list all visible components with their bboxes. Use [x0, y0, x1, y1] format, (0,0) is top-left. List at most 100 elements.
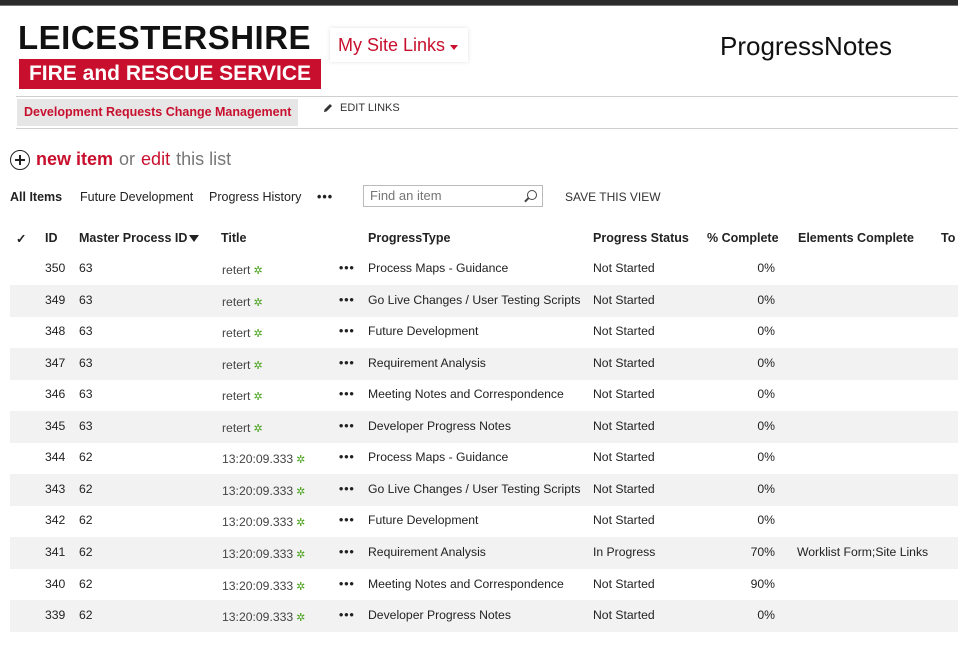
- new-item-bar: new item or edit this list: [10, 149, 237, 170]
- title-link[interactable]: retert: [222, 326, 250, 340]
- cell-title[interactable]: retert ✲: [222, 421, 263, 435]
- title-link[interactable]: 13:20:09.333: [222, 610, 293, 624]
- table-row[interactable]: 343 62 13:20:09.333 ✲ ••• Go Live Changes / U…: [10, 474, 958, 506]
- cell-title[interactable]: retert ✲: [222, 358, 263, 372]
- view-tab-future-development[interactable]: Future Development: [80, 190, 193, 204]
- cell-master-process-id: 62: [79, 577, 93, 591]
- cell-percent-complete: 0%: [757, 419, 775, 433]
- title-link[interactable]: 13:20:09.333: [222, 484, 293, 498]
- ellipsis-icon[interactable]: •••: [339, 577, 355, 591]
- column-header-id[interactable]: ID: [45, 231, 58, 245]
- top-bar: [0, 0, 958, 6]
- logo-title[interactable]: LEICESTERSHIRE: [18, 20, 311, 56]
- table-row[interactable]: 347 63 retert ✲ ••• Requirement Analysis Not S…: [10, 348, 958, 380]
- title-link[interactable]: retert: [222, 263, 250, 277]
- table-row[interactable]: 346 63 retert ✲ ••• Meeting Notes and Corresp…: [10, 379, 958, 411]
- table-row[interactable]: 340 62 13:20:09.333 ✲ ••• Meeting Notes and C…: [10, 569, 958, 601]
- ellipsis-icon[interactable]: •••: [339, 387, 355, 401]
- cell-title[interactable]: 13:20:09.333 ✲: [222, 515, 305, 529]
- select-all-checkmark[interactable]: ✓: [16, 231, 26, 246]
- cell-master-process-id: 63: [79, 387, 93, 401]
- cell-master-process-id: 63: [79, 324, 93, 338]
- cell-progress-status: Not Started: [593, 356, 655, 370]
- search-input[interactable]: [364, 186, 526, 204]
- nav-item-development-requests[interactable]: Development Requests Change Management: [17, 99, 299, 126]
- my-site-links-label[interactable]: My Site Links: [338, 35, 445, 56]
- ellipsis-icon[interactable]: •••: [339, 293, 355, 307]
- save-view-button[interactable]: SAVE THIS VIEW: [565, 190, 661, 204]
- cell-progress-type: Go Live Changes / User Testing Scripts: [368, 293, 581, 307]
- cell-master-process-id: 63: [79, 261, 93, 275]
- cell-id: 345: [45, 419, 66, 433]
- cell-title[interactable]: retert ✲: [222, 326, 263, 340]
- ellipsis-icon[interactable]: •••: [339, 513, 355, 527]
- cell-title[interactable]: retert ✲: [222, 263, 263, 277]
- new-item-icon: ✲: [296, 612, 306, 624]
- cell-percent-complete: 0%: [757, 293, 775, 307]
- page-title: ProgressNotes: [720, 31, 892, 61]
- cell-master-process-id: 62: [79, 482, 93, 496]
- title-link[interactable]: 13:20:09.333: [222, 579, 293, 593]
- title-link[interactable]: 13:20:09.333: [222, 515, 293, 529]
- filter-icon: [189, 235, 200, 243]
- cell-title[interactable]: 13:20:09.333 ✲: [222, 452, 305, 466]
- cell-progress-type: Developer Progress Notes: [368, 419, 511, 433]
- title-link[interactable]: retert: [222, 389, 250, 403]
- title-link[interactable]: retert: [222, 421, 250, 435]
- column-header-progress-status[interactable]: Progress Status: [593, 231, 689, 245]
- table-row[interactable]: 344 62 13:20:09.333 ✲ ••• Process Maps - Guid…: [10, 442, 958, 474]
- ellipsis-icon[interactable]: •••: [339, 608, 355, 622]
- table-row[interactable]: 342 62 13:20:09.333 ✲ ••• Future Development N…: [10, 505, 958, 537]
- title-link[interactable]: 13:20:09.333: [222, 452, 293, 466]
- ellipsis-icon[interactable]: •••: [339, 261, 355, 275]
- view-tab-all-items[interactable]: All Items: [10, 190, 62, 204]
- more-views-icon[interactable]: •••: [317, 190, 333, 204]
- cell-progress-status: Not Started: [593, 577, 655, 591]
- table-row[interactable]: 350 63 retert ✲ ••• Process Maps - Guidance No…: [10, 253, 958, 285]
- new-item-link[interactable]: new item: [36, 149, 113, 170]
- ellipsis-icon[interactable]: •••: [339, 450, 355, 464]
- ellipsis-icon[interactable]: •••: [339, 482, 355, 496]
- plus-circle-icon[interactable]: [10, 149, 30, 170]
- title-link[interactable]: retert: [222, 295, 250, 309]
- cell-title[interactable]: 13:20:09.333 ✲: [222, 484, 305, 498]
- caret-down-icon: [450, 45, 458, 50]
- cell-master-process-id: 62: [79, 545, 93, 559]
- ellipsis-icon[interactable]: •••: [339, 419, 355, 433]
- cell-title[interactable]: retert ✲: [222, 389, 263, 403]
- edit-links-button[interactable]: EDIT LINKS: [322, 102, 400, 114]
- new-item-icon: ✲: [253, 297, 263, 309]
- column-header-master-process-id[interactable]: Master Process ID: [79, 231, 200, 245]
- cell-progress-status: In Progress: [593, 545, 656, 559]
- column-header-percent-complete[interactable]: % Complete: [707, 231, 779, 245]
- ellipsis-icon[interactable]: •••: [339, 324, 355, 338]
- edit-list-link[interactable]: edit: [141, 149, 170, 170]
- ellipsis-icon[interactable]: •••: [339, 356, 355, 370]
- cell-progress-type: Developer Progress Notes: [368, 608, 511, 622]
- search-icon[interactable]: [527, 190, 537, 200]
- column-header-title[interactable]: Title: [221, 231, 246, 245]
- cell-progress-status: Not Started: [593, 419, 655, 433]
- cell-title[interactable]: 13:20:09.333 ✲: [222, 547, 305, 561]
- table-row[interactable]: 345 63 retert ✲ ••• Developer Progress Notes N…: [10, 411, 958, 443]
- cell-title[interactable]: 13:20:09.333 ✲: [222, 610, 305, 624]
- search-box[interactable]: [363, 185, 543, 207]
- table-row[interactable]: 341 62 13:20:09.333 ✲ ••• Requirement Analysi…: [10, 537, 958, 569]
- table-row[interactable]: 339 62 13:20:09.333 ✲ ••• Developer Progress …: [10, 600, 958, 632]
- cell-percent-complete: 0%: [757, 324, 775, 338]
- ellipsis-icon[interactable]: •••: [339, 545, 355, 559]
- view-tab-progress-history[interactable]: Progress History: [209, 190, 301, 204]
- column-header-progress-type[interactable]: ProgressType: [368, 231, 450, 245]
- table-row[interactable]: 348 63 retert ✲ ••• Future Development Not Sta…: [10, 316, 958, 348]
- column-header-elements-complete[interactable]: Elements Complete: [798, 231, 914, 245]
- column-header-to[interactable]: To: [941, 231, 955, 245]
- my-site-links-menu[interactable]: My Site Links: [330, 28, 468, 62]
- title-link[interactable]: 13:20:09.333: [222, 547, 293, 561]
- logo-subtitle[interactable]: FIRE and RESCUE SERVICE: [19, 59, 321, 89]
- cell-title[interactable]: 13:20:09.333 ✲: [222, 579, 305, 593]
- cell-title[interactable]: retert ✲: [222, 295, 263, 309]
- table-row[interactable]: 349 63 retert ✲ ••• Go Live Changes / User Te…: [10, 285, 958, 317]
- new-item-icon: ✲: [296, 517, 306, 529]
- title-link[interactable]: retert: [222, 358, 250, 372]
- cell-progress-type: Future Development: [368, 324, 479, 338]
